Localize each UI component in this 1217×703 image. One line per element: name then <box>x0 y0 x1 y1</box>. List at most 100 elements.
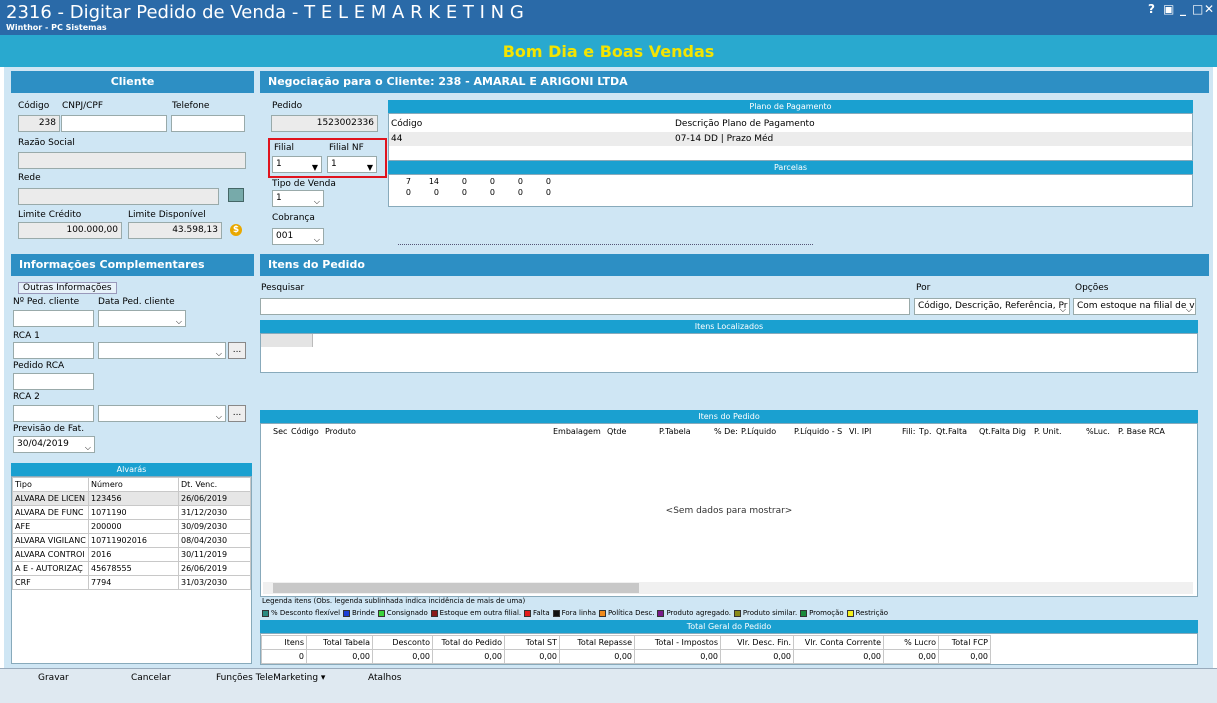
legend-label: Produto agregado. <box>666 609 732 617</box>
atalhos-button[interactable]: Atalhos <box>368 673 401 683</box>
pesquisar-input[interactable] <box>260 298 910 315</box>
column-header[interactable]: Embalagem <box>553 427 601 436</box>
column-header[interactable]: Vl. IPI <box>849 427 871 436</box>
help-icon[interactable]: ? <box>1148 2 1155 16</box>
column-header[interactable]: Tp. <box>919 427 932 436</box>
dollar-icon[interactable]: $ <box>230 224 242 236</box>
plano-codigo: 44 <box>391 134 403 144</box>
cancelar-button[interactable]: Cancelar <box>131 673 171 683</box>
totais-panel: Itens Total Tabela Desconto Total do Ped… <box>260 633 1198 665</box>
rca2-select[interactable]: ⌵ <box>98 405 226 422</box>
opcoes-label: Opções <box>1075 283 1109 293</box>
table-cell: 31/03/2030 <box>178 575 251 590</box>
table-cell: 7794 <box>88 575 179 590</box>
total-value: 0,00 <box>432 649 505 664</box>
column-header[interactable]: Qt.Falta Dig <box>979 427 1026 436</box>
tipo-venda-label: Tipo de Venda <box>272 179 336 189</box>
rca2-code-field[interactable] <box>13 405 94 422</box>
rca1-code-field[interactable] <box>13 342 94 359</box>
column-header[interactable]: P.Líquido <box>741 427 776 436</box>
total-value: 0,00 <box>634 649 721 664</box>
table-cell: 1071190 <box>88 505 179 520</box>
tipo-venda-select[interactable]: 1 ⌵ <box>272 190 324 207</box>
column-header[interactable]: P.Tabela <box>659 427 691 436</box>
table-cell: 26/06/2019 <box>178 491 251 506</box>
column-header: Total do Pedido <box>432 635 505 650</box>
telefone-field[interactable] <box>171 115 245 132</box>
parcelas-row: 7 14 0 0 0 0 <box>395 176 553 187</box>
plano-descricao: 07-14 DD | Prazo Méd <box>675 134 774 144</box>
color-swatch <box>800 609 808 617</box>
limite-disp-field[interactable]: 43.598,13 <box>128 222 222 239</box>
legend-item: Estoque em outra filial. <box>430 609 521 617</box>
nped-field[interactable] <box>13 310 94 327</box>
column-header[interactable]: P. Unit. <box>1034 427 1062 436</box>
table-row[interactable]: ALVARA VIGILANC 10711902016 08/04/2030 <box>12 533 251 548</box>
empty-message: <Sem dados para mostrar> <box>665 506 793 516</box>
funcoes-telemarketing-button[interactable]: Funções TeleMarketing ▾ <box>216 673 325 683</box>
table-cell: 08/04/2030 <box>178 533 251 548</box>
column-header[interactable]: Sec <box>273 427 287 436</box>
rede-field[interactable] <box>18 188 219 205</box>
minimize-icon[interactable]: _ <box>1180 2 1186 16</box>
splitter[interactable] <box>398 244 813 250</box>
table-row[interactable] <box>389 132 1192 146</box>
totais-header-row: Itens Total Tabela Desconto Total do Ped… <box>261 635 991 650</box>
gravar-button[interactable]: Gravar <box>38 673 69 683</box>
column-header[interactable]: Qtde <box>607 427 626 436</box>
close-icon[interactable]: ✕ <box>1204 2 1214 16</box>
pedido-field[interactable]: 1523002336 <box>271 115 378 132</box>
table-cell: CRF <box>12 575 89 590</box>
data-ped-field[interactable]: ⌵ <box>98 310 186 327</box>
column-header: Vlr. Conta Corrente <box>793 635 884 650</box>
parcela-cell: 0 <box>545 188 551 197</box>
limite-credito-field[interactable]: 100.000,00 <box>18 222 122 239</box>
scrollbar-thumb[interactable] <box>273 583 639 593</box>
column-header[interactable]: Fili: <box>902 427 915 436</box>
info-header: Informações Complementares <box>11 254 254 276</box>
edit-rede-icon[interactable] <box>228 188 244 202</box>
table-row[interactable]: A E - AUTORIZAÇ 45678555 26/06/2019 <box>12 561 251 576</box>
horizontal-scrollbar[interactable] <box>263 582 1193 594</box>
itens-header: Itens do Pedido <box>260 254 1209 276</box>
column-header[interactable]: % De: <box>714 427 738 436</box>
table-cell: 31/12/2030 <box>178 505 251 520</box>
legend-label: % Desconto flexível <box>271 609 341 617</box>
maximize-icon[interactable]: □ <box>1192 2 1203 16</box>
codigo-field[interactable]: 238 <box>18 115 60 132</box>
por-select[interactable]: Código, Descrição, Referência, Pr ⌵ <box>914 298 1070 315</box>
cnpj-field[interactable] <box>61 115 167 132</box>
column-header: Dt. Venc. <box>178 477 251 492</box>
parcelas-table: 7 14 0 0 0 0 0 0 0 0 0 0 <box>395 176 553 198</box>
previsao-label: Previsão de Fat. <box>13 424 85 434</box>
pedido-rca-field[interactable] <box>13 373 94 390</box>
codigo-label: Código <box>18 101 50 111</box>
table-cell: 45678555 <box>88 561 179 576</box>
column-header[interactable]: Código <box>291 427 319 436</box>
column-header[interactable]: P.Líquido - S <box>794 427 842 436</box>
cobranca-value: 001 <box>276 231 294 241</box>
rede-label: Rede <box>18 173 41 183</box>
table-row[interactable]: ALVARA CONTROI 2016 30/11/2019 <box>12 547 251 562</box>
cobranca-select[interactable]: 001 ⌵ <box>272 228 324 245</box>
pedido-label: Pedido <box>272 101 303 111</box>
column-header[interactable]: Qt.Falta <box>936 427 967 436</box>
table-row[interactable]: ALVARA DE LICEN 123456 26/06/2019 <box>12 491 251 506</box>
column-header[interactable]: %Luc. <box>1086 427 1110 436</box>
total-value: 0,00 <box>372 649 433 664</box>
table-cell: ALVARA DE FUNC <box>12 505 89 520</box>
rca1-search-button[interactable]: ... <box>228 342 246 359</box>
table-row[interactable]: AFE 200000 30/09/2030 <box>12 519 251 534</box>
razao-field[interactable] <box>18 152 246 169</box>
column-header[interactable]: P. Base RCA <box>1118 427 1165 436</box>
table-row[interactable]: CRF 7794 31/03/2030 <box>12 575 251 590</box>
rca1-select[interactable]: ⌵ <box>98 342 226 359</box>
rca2-search-button[interactable]: ... <box>228 405 246 422</box>
legend-item: Promoção <box>800 609 844 617</box>
tab-outras-informacoes[interactable]: Outras Informações <box>18 282 117 294</box>
previsao-select[interactable]: 30/04/2019 ⌵ <box>13 436 95 453</box>
column-header[interactable]: Produto <box>325 427 356 436</box>
table-row[interactable]: ALVARA DE FUNC 1071190 31/12/2030 <box>12 505 251 520</box>
opcoes-select[interactable]: Com estoque na filial de v ⌵ <box>1073 298 1196 315</box>
restore-icon[interactable]: ▣ <box>1163 2 1174 16</box>
